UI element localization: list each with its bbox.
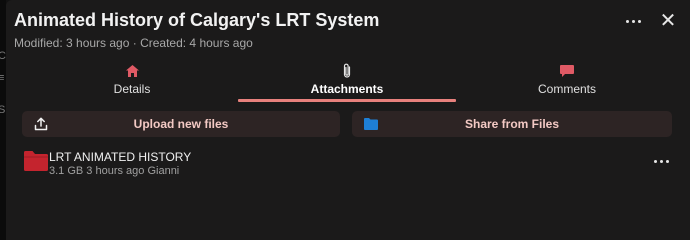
close-button[interactable]: ✕ (657, 10, 679, 32)
tab-attachments[interactable]: Attachments (238, 58, 456, 102)
attachments-panel: Animated History of Calgary's LRT System… (6, 0, 690, 240)
more-horizontal-icon (625, 19, 641, 23)
page-title: Animated History of Calgary's LRT System (14, 10, 380, 30)
file-row[interactable]: LRT ANIMATED HISTORY 3.1 GB 3 hours ago … (20, 148, 680, 182)
active-tab-indicator (238, 99, 456, 102)
modified-created-meta: Modified: 3 hours ago · Created: 4 hours… (14, 36, 253, 50)
more-horizontal-icon (653, 159, 669, 163)
tab-comments[interactable]: Comments (458, 58, 676, 102)
tab-bar: Details Attachments Comments (6, 58, 690, 102)
file-more-options-button[interactable] (650, 153, 672, 169)
tab-details-label: Details (113, 82, 151, 96)
file-name: LRT ANIMATED HISTORY (49, 150, 192, 164)
share-from-files-button[interactable]: Share from Files (352, 111, 672, 137)
file-info: 3.1 GB 3 hours ago Gianni (49, 165, 180, 177)
tab-comments-label: Comments (537, 82, 596, 96)
comment-icon (559, 63, 575, 79)
share-from-files-label: Share from Files (464, 117, 560, 131)
paperclip-icon (339, 63, 355, 79)
close-icon: ✕ (659, 10, 677, 32)
folder-icon (24, 151, 48, 171)
tab-details[interactable]: Details (23, 58, 241, 102)
home-icon (124, 63, 140, 79)
tab-attachments-label: Attachments (310, 82, 384, 96)
upload-new-files-button[interactable]: Upload new files (22, 111, 340, 137)
upload-new-files-label: Upload new files (133, 117, 229, 131)
more-options-button[interactable] (622, 10, 644, 32)
